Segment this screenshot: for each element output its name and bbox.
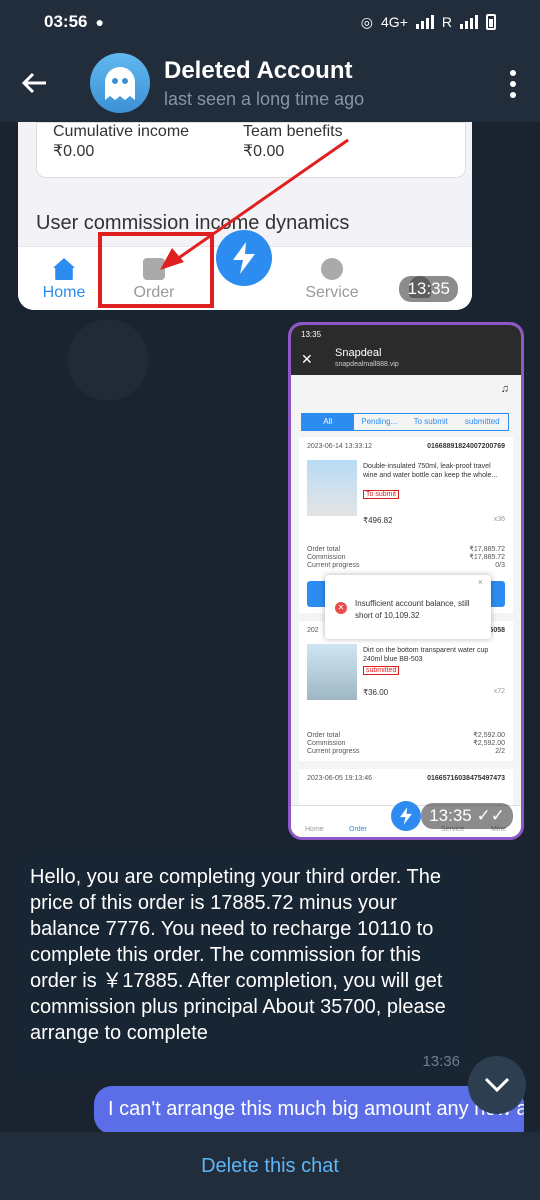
- error-icon: ✕: [335, 602, 347, 614]
- double-check-icon: ✓✓: [476, 806, 506, 825]
- inner-status-bar: 13:35: [291, 325, 521, 345]
- status-icons: ◎ 4G+ R: [361, 14, 496, 31]
- arrow-left-icon: [22, 72, 46, 94]
- outgoing-message[interactable]: I can't arrange this much big amount any…: [94, 1086, 524, 1134]
- product-2-status-tag: submitted: [363, 666, 400, 675]
- chat-header: Deleted Account last seen a long time ag…: [0, 44, 540, 122]
- order-1-total-value: ₹17,885.72: [469, 546, 505, 553]
- modal-close-icon: ×: [477, 577, 483, 587]
- product-1-status-tag: To submit: [363, 490, 399, 499]
- product-2-name: Dirt on the bottom transparent water cup…: [363, 647, 489, 663]
- inner-browser-bar: ✕ Snapdeal snapdealmall888.vip: [291, 345, 521, 375]
- message-1-time: 13:35: [399, 276, 458, 302]
- avatar[interactable]: [90, 53, 150, 113]
- chat-title: Deleted Account: [164, 56, 353, 84]
- signal-icon: [415, 15, 434, 29]
- chat-notification-icon: ●: [95, 14, 104, 30]
- incoming-message-time: 13:36: [422, 1053, 460, 1070]
- order-1-progress-value: 0/3: [495, 562, 505, 569]
- incoming-message-text: Hello, you are completing your third ord…: [30, 866, 446, 1044]
- delete-chat-button[interactable]: Delete this chat: [201, 1155, 339, 1178]
- scroll-down-button[interactable]: [468, 1056, 526, 1114]
- cumulative-income-value: ₹0.00: [53, 143, 95, 160]
- order-2-summary: Order total ₹2,592.00 Commission ₹2,592.00…: [299, 712, 513, 762]
- site-title: Snapdeal: [335, 347, 382, 359]
- nav-home-label: Home: [42, 284, 86, 301]
- last-seen-status: last seen a long time ago: [164, 88, 365, 109]
- battery-icon: [486, 14, 496, 30]
- bottom-bar: Delete this chat: [0, 1132, 540, 1200]
- home-icon: [53, 258, 75, 280]
- order-3-id: 01665716038475497473: [427, 775, 505, 782]
- outgoing-message-text: I can't arrange this much big amount any…: [108, 1098, 524, 1120]
- tab-pending: Pending...: [361, 417, 398, 426]
- tab-all: All: [302, 414, 354, 430]
- product-1-qty: x36: [493, 516, 505, 523]
- order-2-date: 202: [307, 627, 319, 634]
- back-button[interactable]: [0, 44, 70, 122]
- order-1-commission-label: Commission: [307, 554, 346, 561]
- chevron-down-icon: [484, 1077, 510, 1093]
- order-2-id: 5058: [489, 627, 505, 634]
- order-2-commission-value: ₹2,592.00: [473, 740, 505, 747]
- image-message-2[interactable]: 13:35 ✕ Snapdeal snapdealmall888.vip ♫ A…: [288, 322, 524, 840]
- order-3-date: 2023-06-05 19:13:46: [307, 775, 372, 782]
- status-bar: 03:56 ● ◎ 4G+ R: [0, 0, 540, 44]
- order-2-commission-label: Commission: [307, 740, 346, 747]
- red-highlight-box: [98, 232, 214, 308]
- image-message-1[interactable]: Cumulative income ₹0.00 Team benefits ₹0…: [18, 122, 472, 310]
- nav-home: Home: [24, 258, 104, 302]
- inner-nav-order: Order: [349, 826, 367, 833]
- order-1-id: 01668891824007200769: [427, 443, 505, 450]
- insufficient-balance-modal: × ✕ Insufficient account balance, still …: [325, 575, 491, 639]
- incoming-message[interactable]: Hello, you are completing your third ord…: [14, 852, 476, 1078]
- status-time: 03:56: [44, 12, 88, 31]
- tab-to-submit: To submit: [413, 417, 448, 426]
- product-2-image: [307, 644, 357, 700]
- product-1-name: Double-insulated 750ml, leak-proof trave…: [363, 463, 498, 479]
- order-2-total-label: Order total: [307, 732, 341, 739]
- site-url: snapdealmall888.vip: [335, 361, 399, 368]
- ghost-icon: [105, 67, 135, 100]
- message-2-time-pill: 13:35 ✓✓: [421, 803, 513, 829]
- close-icon: ✕: [301, 351, 313, 367]
- order-card-2: 202 5058 Dirt on the bottom transparent w…: [299, 621, 513, 761]
- order-1-date: 2023-06-14 13:33:12: [307, 443, 372, 450]
- order-1-summary: Order total ₹17,885.72 Commission ₹17,885.…: [299, 546, 513, 576]
- nav-service-label: Service: [305, 284, 359, 301]
- more-options-icon[interactable]: [510, 70, 518, 98]
- order-1-progress-label: Current progress: [307, 562, 360, 569]
- header-text[interactable]: Deleted Account last seen a long time ag…: [164, 57, 364, 110]
- product-1-price: ₹496.82: [363, 516, 393, 525]
- hotspot-icon: ◎: [360, 13, 374, 30]
- modal-message: Insufficient account balance, still shor…: [355, 599, 470, 620]
- order-2-progress-label: Current progress: [307, 748, 360, 755]
- inner-lightning-icon: [391, 801, 421, 831]
- message-2-time: 13:35: [429, 806, 472, 825]
- signal-2-icon: [460, 15, 478, 29]
- lightning-icon: [216, 230, 272, 286]
- product-2-qty: x72: [493, 688, 505, 695]
- bell-icon: ♫: [500, 383, 509, 395]
- inner-status-time: 13:35: [301, 330, 322, 339]
- product-2-price: ₹36.00: [363, 688, 389, 697]
- order-tabs: All Pending... To submit submitted: [301, 413, 509, 431]
- tab-submitted: submitted: [464, 417, 500, 426]
- product-1-image: [307, 460, 357, 516]
- network-type: 4G+: [381, 14, 408, 30]
- order-1-commission-value: ₹17,885.72: [469, 554, 505, 561]
- order-2-total-value: ₹2,592.00: [473, 732, 505, 739]
- inner-nav-home: Home: [305, 826, 324, 833]
- order-2-progress-value: 2/2: [495, 748, 505, 755]
- order-1-total-label: Order total: [307, 546, 341, 553]
- roaming-indicator: R: [441, 14, 452, 30]
